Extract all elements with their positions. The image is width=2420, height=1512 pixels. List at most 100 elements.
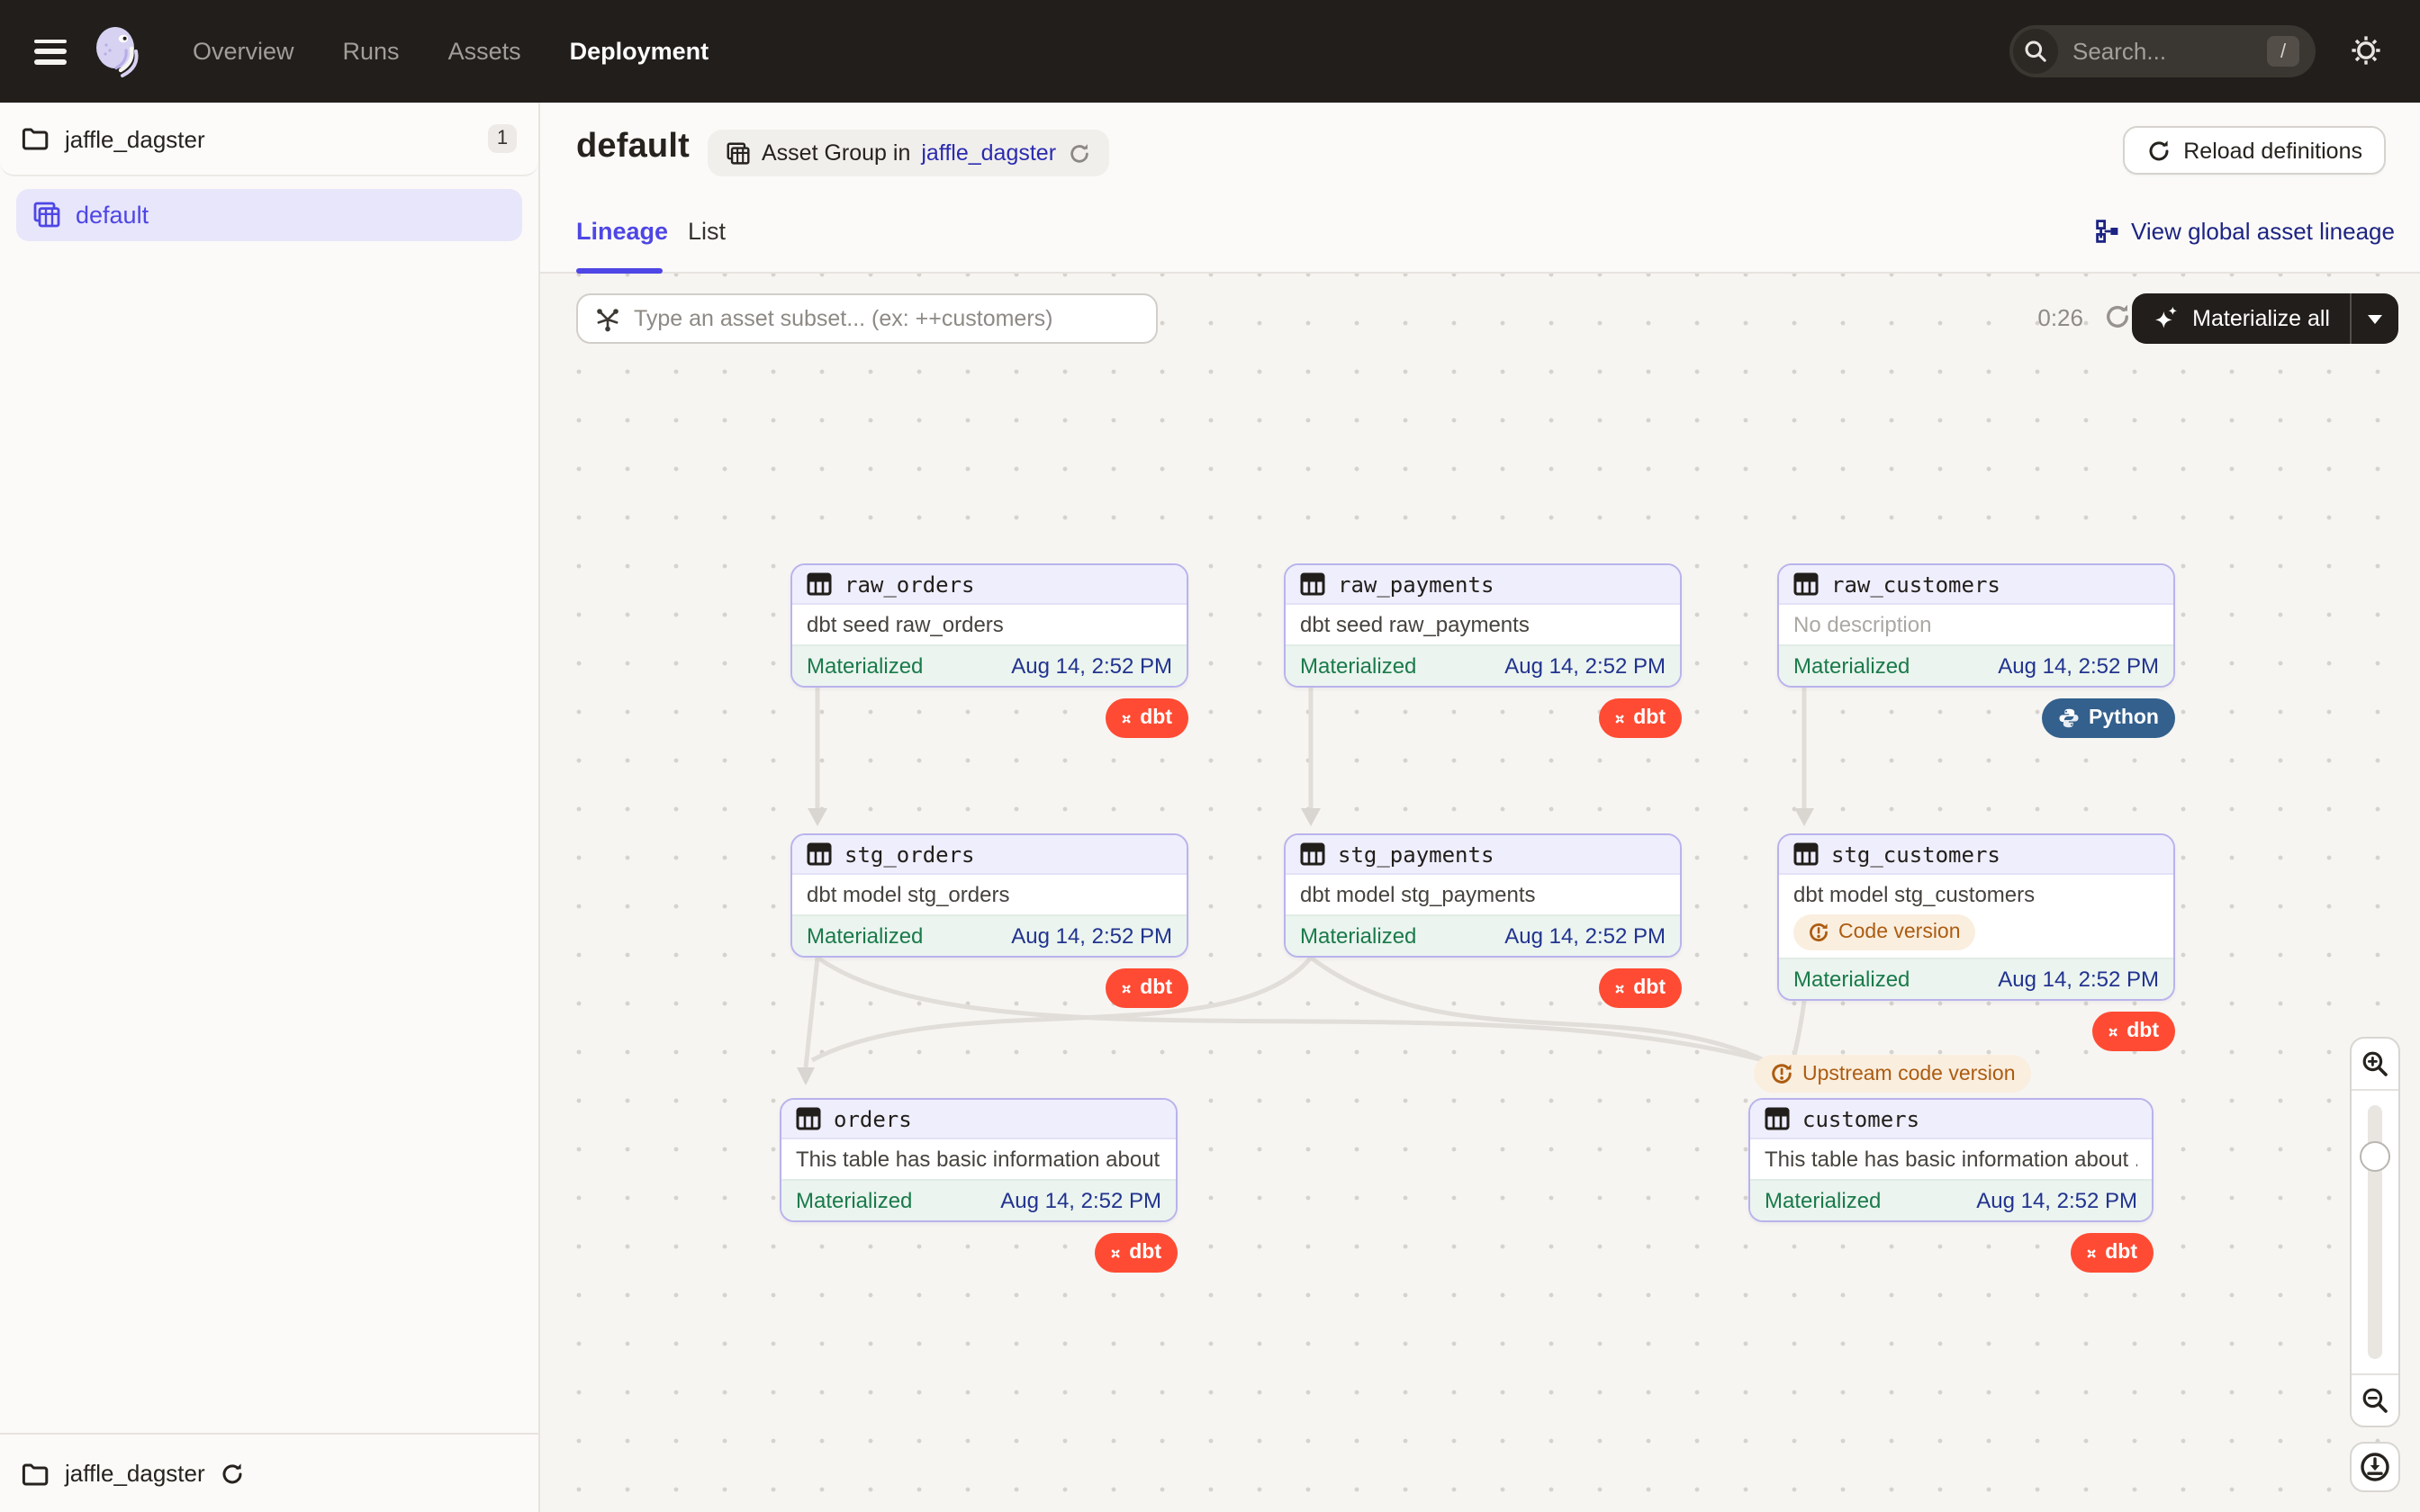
- materialization-status: Materialized: [1765, 1188, 1881, 1213]
- tab-list[interactable]: List: [688, 218, 726, 245]
- node-footer: Materialized Aug 14, 2:52 PM: [1750, 1179, 2152, 1220]
- asset-description: No description: [1793, 612, 2159, 637]
- asset-node-raw_orders[interactable]: raw_orders dbt seed raw_orders Materiali…: [790, 563, 1188, 688]
- op-selector-icon: [594, 305, 621, 332]
- dbt-kind-badge[interactable]: dbt: [2092, 1012, 2175, 1051]
- materialization-timestamp: Aug 14, 2:52 PM: [1504, 653, 1666, 679]
- context-pill-link[interactable]: jaffle_dagster: [921, 140, 1056, 166]
- asset-node-customers[interactable]: customers This table has basic informati…: [1748, 1098, 2154, 1222]
- asset-name: raw_customers: [1831, 572, 2000, 597]
- materialize-dropdown-button[interactable]: [2352, 314, 2398, 323]
- asset-node-stg_orders[interactable]: stg_orders dbt model stg_orders Material…: [790, 833, 1188, 958]
- node-footer: Materialized Aug 14, 2:52 PM: [792, 914, 1187, 956]
- dbt-kind-badge[interactable]: dbt: [1106, 968, 1188, 1008]
- node-header: raw_customers: [1779, 565, 2173, 605]
- materialization-timestamp: Aug 14, 2:52 PM: [1000, 1188, 1161, 1213]
- search-input[interactable]: Search... /: [2009, 25, 2316, 77]
- dbt-kind-badge[interactable]: dbt: [1599, 968, 1682, 1008]
- dbt-logo-icon: [1122, 706, 1131, 730]
- asset-name: orders: [834, 1106, 912, 1131]
- top-nav: Overview Runs Assets Deployment Search..…: [0, 0, 2420, 103]
- asset-description: dbt model stg_orders: [807, 882, 1172, 907]
- asset-description: This table has basic information about .…: [1765, 1147, 2137, 1172]
- materialization-status: Materialized: [1793, 653, 1910, 679]
- asset-node-stg_customers[interactable]: stg_customers dbt model stg_customers Co…: [1777, 833, 2175, 1001]
- dbt-kind-badge[interactable]: dbt: [1095, 1233, 1178, 1273]
- zoom-slider[interactable]: [2352, 1089, 2398, 1375]
- code-version-changed-icon: [1808, 922, 1829, 943]
- zoom-in-button[interactable]: [2352, 1039, 2398, 1089]
- page-title: default: [576, 128, 690, 167]
- zoom-out-button[interactable]: [2352, 1375, 2398, 1426]
- dbt-logo-icon: [2108, 1020, 2118, 1043]
- table-icon: [1793, 572, 1819, 596]
- kind-badge-label: dbt: [1633, 977, 1666, 999]
- asset-description: dbt seed raw_orders: [807, 612, 1172, 637]
- asset-node-raw_customers[interactable]: raw_customers No description Materialize…: [1777, 563, 2175, 688]
- dbt-kind-badge[interactable]: dbt: [1106, 698, 1188, 738]
- asset-description: dbt model stg_payments: [1300, 882, 1666, 907]
- tabs-row: Lineage List View global asset lineage: [540, 194, 2420, 274]
- node-footer: Materialized Aug 14, 2:52 PM: [1779, 958, 2173, 999]
- hamburger-menu-icon[interactable]: [34, 39, 67, 64]
- dagster-logo-icon[interactable]: [88, 22, 146, 80]
- python-kind-badge[interactable]: Python: [2042, 698, 2175, 738]
- sidebar-item-default[interactable]: default: [16, 189, 522, 241]
- view-global-asset-lineage-link[interactable]: View global asset lineage: [2095, 218, 2395, 245]
- node-body: dbt model stg_payments: [1286, 875, 1680, 914]
- recenter-icon: [2359, 1451, 2391, 1483]
- settings-gear-icon[interactable]: [2346, 31, 2386, 70]
- asset-node-raw_payments[interactable]: raw_payments dbt seed raw_payments Mater…: [1284, 563, 1682, 688]
- table-icon: [796, 1107, 821, 1130]
- asset-group-context-pill: Asset Group in jaffle_dagster: [708, 130, 1108, 176]
- zoom-panel: [2350, 1037, 2400, 1427]
- refresh-icon[interactable]: [2103, 302, 2132, 331]
- node-footer: Materialized Aug 14, 2:52 PM: [1779, 644, 2173, 686]
- code-version-label: Code version: [1838, 922, 1961, 943]
- dbt-kind-badge[interactable]: dbt: [2071, 1233, 2154, 1273]
- dbt-kind-badge[interactable]: dbt: [1599, 698, 1682, 738]
- lineage-canvas[interactable]: Type an asset subset... (ex: ++customers…: [540, 274, 2420, 1512]
- nav-links: Overview Runs Assets Deployment: [193, 38, 709, 65]
- sidebar-project-label: jaffle_dagster: [65, 125, 488, 152]
- materialize-all-main[interactable]: Materialize all: [2131, 304, 2350, 333]
- nav-item-assets[interactable]: Assets: [448, 38, 521, 65]
- nav-item-runs[interactable]: Runs: [343, 38, 400, 65]
- table-icon: [1793, 842, 1819, 866]
- kind-badge-label: Python: [2089, 707, 2159, 729]
- node-header: raw_payments: [1286, 565, 1680, 605]
- node-header: customers: [1750, 1100, 2152, 1139]
- zoom-slider-thumb[interactable]: [2360, 1141, 2390, 1172]
- node-body: dbt seed raw_payments: [1286, 605, 1680, 644]
- asset-subset-input[interactable]: Type an asset subset... (ex: ++customers…: [576, 293, 1158, 344]
- sidebar-project-row[interactable]: jaffle_dagster 1: [0, 103, 538, 176]
- refresh-icon: [2145, 138, 2171, 163]
- dbt-logo-icon: [2087, 1241, 2096, 1264]
- kind-badge-label: dbt: [2127, 1021, 2159, 1042]
- reload-definitions-button[interactable]: Reload definitions: [2122, 126, 2386, 175]
- nav-item-deployment[interactable]: Deployment: [570, 38, 709, 65]
- asset-name: stg_orders: [844, 842, 975, 867]
- search-icon: [2013, 29, 2058, 74]
- zoom-out-icon: [2361, 1386, 2389, 1415]
- materialization-status: Materialized: [807, 653, 923, 679]
- sidebar-footer: jaffle_dagster: [0, 1433, 538, 1512]
- asset-node-orders[interactable]: orders This table has basic information …: [780, 1098, 1178, 1222]
- upstream-code-version-label: Upstream code version: [1802, 1063, 2016, 1084]
- materialize-all-label: Materialize all: [2192, 306, 2330, 331]
- tab-lineage[interactable]: Lineage: [576, 218, 668, 245]
- refresh-icon[interactable]: [1067, 141, 1090, 165]
- dbt-logo-icon: [1122, 976, 1131, 1000]
- materialization-timestamp: Aug 14, 2:52 PM: [1011, 653, 1172, 679]
- asset-node-stg_payments[interactable]: stg_payments dbt model stg_payments Mate…: [1284, 833, 1682, 958]
- node-header: raw_orders: [792, 565, 1187, 605]
- nav-item-overview[interactable]: Overview: [193, 38, 294, 65]
- materialize-all-button[interactable]: Materialize all: [2131, 293, 2398, 344]
- asset-subset-placeholder: Type an asset subset... (ex: ++customers…: [634, 306, 1053, 331]
- recenter-view-button[interactable]: [2350, 1442, 2400, 1492]
- asset-name: raw_orders: [844, 572, 975, 597]
- folder-icon: [22, 126, 49, 151]
- dbt-logo-icon: [1615, 706, 1624, 730]
- refresh-icon[interactable]: [220, 1461, 245, 1486]
- view-global-asset-lineage-label: View global asset lineage: [2131, 218, 2395, 245]
